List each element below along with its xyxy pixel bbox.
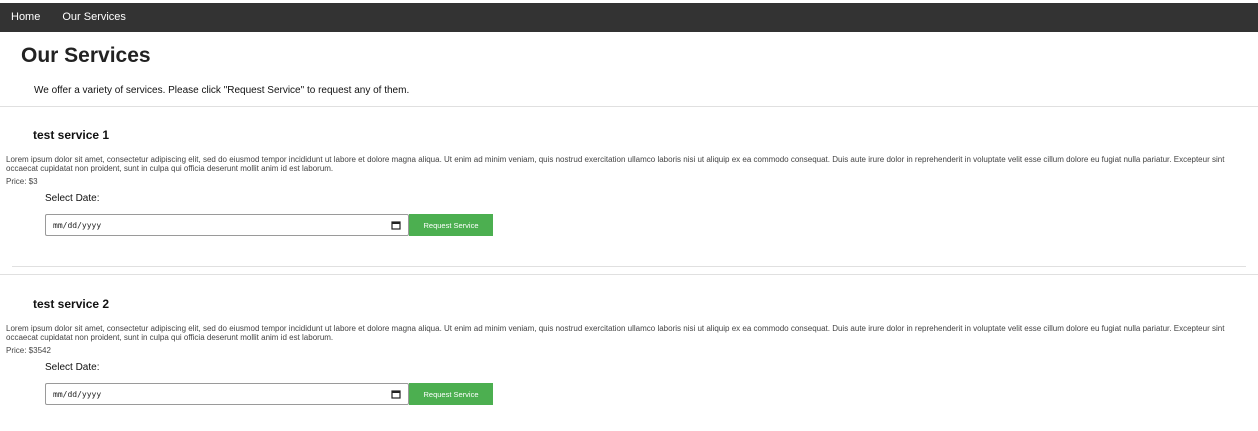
nav-link-our-services[interactable]: Our Services [51, 3, 137, 32]
top-navbar: Home Our Services [0, 3, 1258, 32]
service-price: Price: $3 [6, 177, 38, 186]
date-input-value: mm/dd/yyyy [53, 389, 102, 399]
date-input[interactable]: mm/dd/yyyy [45, 383, 409, 405]
request-service-button[interactable]: Request Service [409, 383, 493, 405]
intro-text: We offer a variety of services. Please c… [34, 85, 410, 96]
select-date-label: Select Date: [45, 362, 100, 373]
divider [12, 266, 1246, 267]
page-title: Our Services [21, 44, 151, 67]
calendar-icon[interactable] [391, 389, 401, 399]
service-name: test service 1 [33, 128, 110, 142]
service-price: Price: $3542 [6, 346, 51, 355]
select-date-label: Select Date: [45, 193, 100, 204]
service-name: test service 2 [33, 297, 110, 311]
divider [0, 274, 1258, 275]
divider [0, 106, 1258, 107]
service-description: Lorem ipsum dolor sit amet, consectetur … [6, 324, 1225, 342]
calendar-icon[interactable] [391, 220, 401, 230]
service-description: Lorem ipsum dolor sit amet, consectetur … [6, 155, 1225, 173]
nav-link-home[interactable]: Home [0, 3, 51, 32]
date-input-value: mm/dd/yyyy [53, 220, 102, 230]
request-service-button[interactable]: Request Service [409, 214, 493, 236]
date-input[interactable]: mm/dd/yyyy [45, 214, 409, 236]
